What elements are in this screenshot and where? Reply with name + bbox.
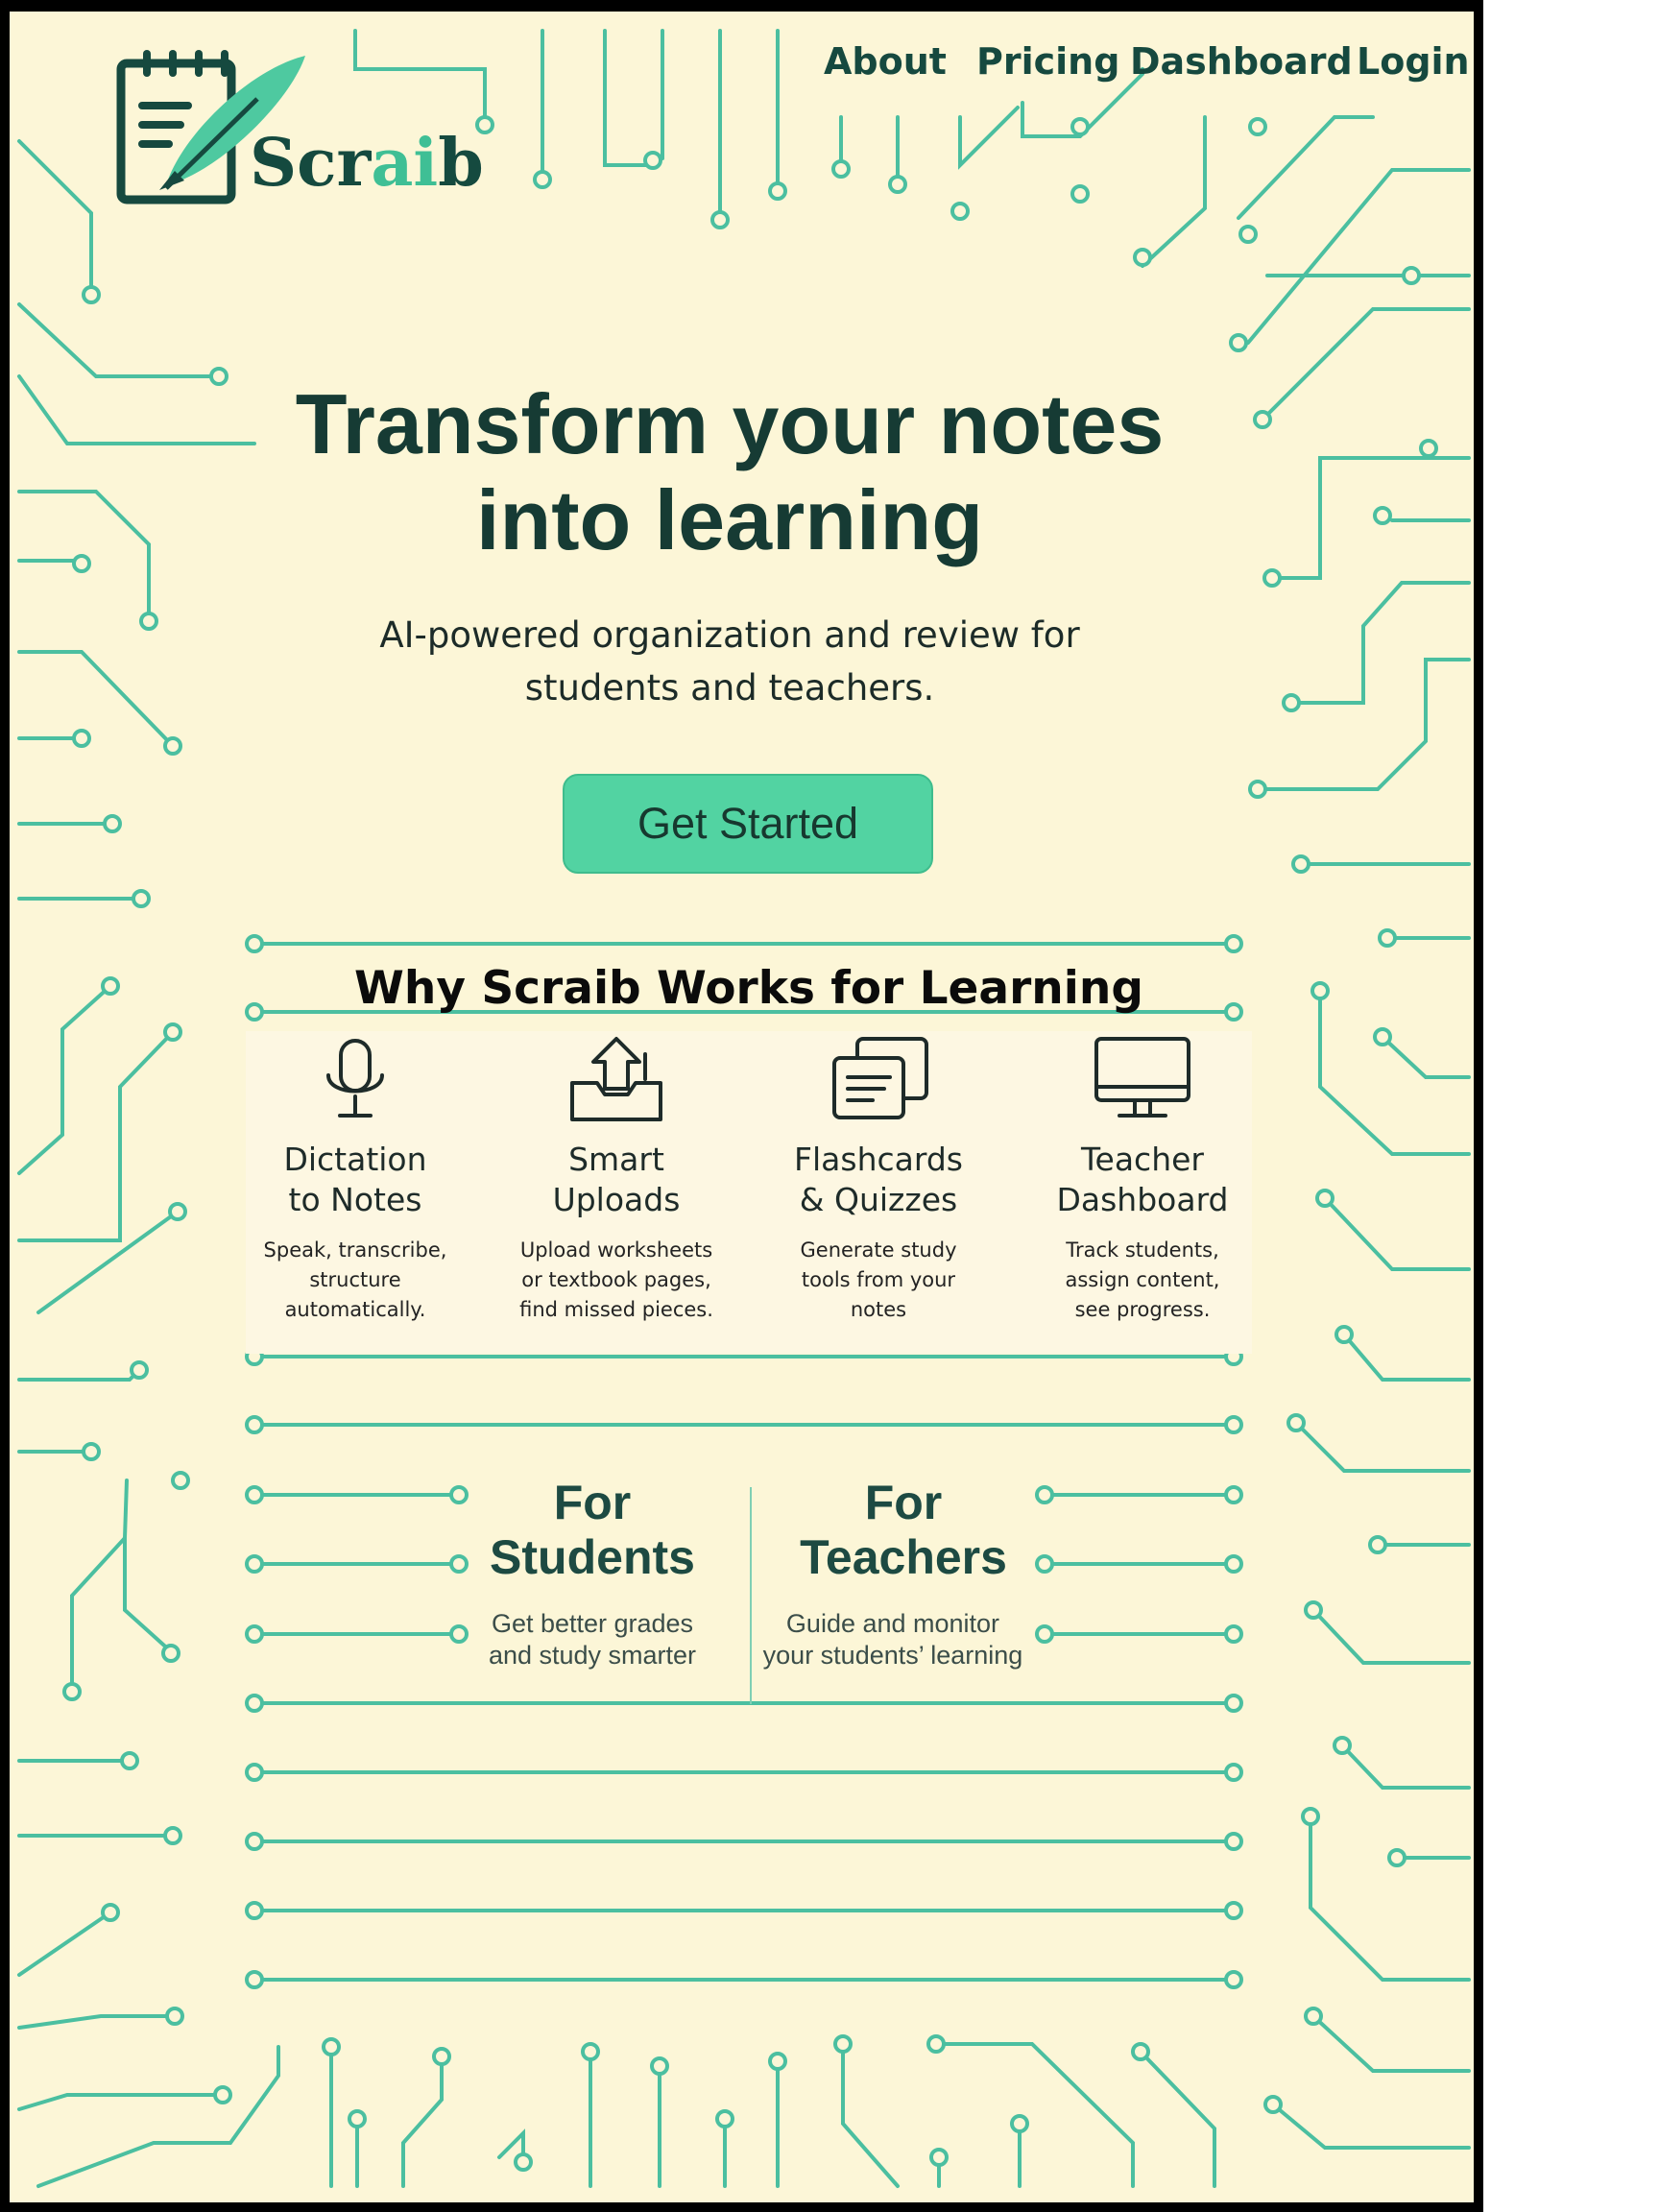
nav-dashboard[interactable]: Dashboard bbox=[1130, 40, 1353, 83]
feature-description-line: Generate study bbox=[800, 1238, 957, 1262]
feature-description-line: or textbook pages, bbox=[521, 1268, 711, 1291]
feature-description: Generate study tools from your notes bbox=[758, 1236, 998, 1325]
hero-subtitle-line: students and teachers. bbox=[524, 667, 935, 709]
feature-description-line: Speak, transcribe, bbox=[263, 1238, 447, 1262]
students-title-line: Students bbox=[490, 1530, 695, 1584]
feature-description-line: structure bbox=[309, 1268, 401, 1291]
feature-name-line: & Quizzes bbox=[799, 1181, 958, 1218]
flashcards-icon bbox=[832, 1037, 928, 1119]
hero-title: Transform your notes into learning bbox=[250, 376, 1210, 568]
teachers-description-line: Guide and monitor bbox=[785, 1609, 1000, 1638]
feature-description-line: notes bbox=[850, 1298, 907, 1321]
landing-page: Scraib About Pricing Dashboard Login Tra… bbox=[0, 0, 1483, 2212]
feature-description-line: find missed pieces. bbox=[519, 1298, 713, 1321]
feature-name: Flashcards & Quizzes bbox=[758, 1140, 998, 1220]
brand-name-prefix: Scr bbox=[250, 125, 372, 202]
feature-description: Track students, assign content, see progre… bbox=[1022, 1236, 1262, 1325]
brand-name[interactable]: Scraib bbox=[250, 125, 484, 202]
feature-description: Speak, transcribe, structure automatically… bbox=[235, 1236, 475, 1325]
teachers-title: For Teachers bbox=[759, 1476, 1047, 1585]
students-title-line: For bbox=[553, 1476, 632, 1529]
monitor-icon bbox=[1094, 1037, 1190, 1118]
feature-name-line: to Notes bbox=[288, 1181, 422, 1218]
feature-description-line: tools from your bbox=[801, 1268, 956, 1291]
nav-pricing[interactable]: Pricing bbox=[976, 40, 1119, 83]
upload-tray-icon bbox=[570, 1037, 662, 1121]
feature-name: Smart Uploads bbox=[496, 1140, 736, 1220]
features-heading: Why Scraib Works for Learning bbox=[354, 962, 1143, 1015]
hero-title-line: Transform your notes bbox=[295, 376, 1165, 471]
brand-name-highlight: ai bbox=[371, 125, 439, 202]
feature-name-line: Dashboard bbox=[1056, 1181, 1229, 1218]
feature-name: Teacher Dashboard bbox=[1022, 1140, 1262, 1220]
teachers-title-line: Teachers bbox=[800, 1530, 1007, 1584]
students-description: Get better grades and study smarter bbox=[448, 1608, 736, 1671]
feature-description-line: Upload worksheets bbox=[519, 1238, 713, 1262]
hero-title-line: into learning bbox=[476, 472, 983, 567]
nav-about[interactable]: About bbox=[824, 40, 947, 83]
nav-login[interactable]: Login bbox=[1357, 40, 1470, 83]
brand-name-suffix: b bbox=[438, 125, 484, 202]
teachers-description: Guide and monitor your students’ learning bbox=[749, 1608, 1037, 1671]
get-started-button[interactable]: Get Started bbox=[563, 774, 933, 874]
teachers-description-line: your students’ learning bbox=[762, 1641, 1023, 1670]
feature-description-line: assign content, bbox=[1065, 1268, 1220, 1291]
feature-name-line: Smart bbox=[568, 1141, 664, 1178]
hero-subtitle-line: AI-powered organization and review for bbox=[379, 614, 1080, 656]
feature-description: Upload worksheets or textbook pages, find … bbox=[496, 1236, 736, 1325]
feature-name-line: Dictation bbox=[283, 1141, 427, 1178]
feature-name-line: Uploads bbox=[552, 1181, 681, 1218]
feature-description-line: Track students, bbox=[1066, 1238, 1219, 1262]
feature-description-line: automatically. bbox=[284, 1298, 426, 1321]
teachers-title-line: For bbox=[864, 1476, 943, 1529]
students-description-line: and study smarter bbox=[488, 1641, 697, 1670]
feature-name-line: Teacher bbox=[1080, 1141, 1204, 1178]
students-title: For Students bbox=[448, 1476, 736, 1585]
students-description-line: Get better grades bbox=[491, 1609, 694, 1638]
audience-divider bbox=[750, 1487, 752, 1704]
feature-name: Dictation to Notes bbox=[235, 1140, 475, 1220]
hero-subtitle: AI-powered organization and review for s… bbox=[298, 609, 1162, 714]
feature-name-line: Flashcards bbox=[794, 1141, 963, 1178]
microphone-icon bbox=[326, 1039, 384, 1118]
feature-description-line: see progress. bbox=[1074, 1298, 1211, 1321]
